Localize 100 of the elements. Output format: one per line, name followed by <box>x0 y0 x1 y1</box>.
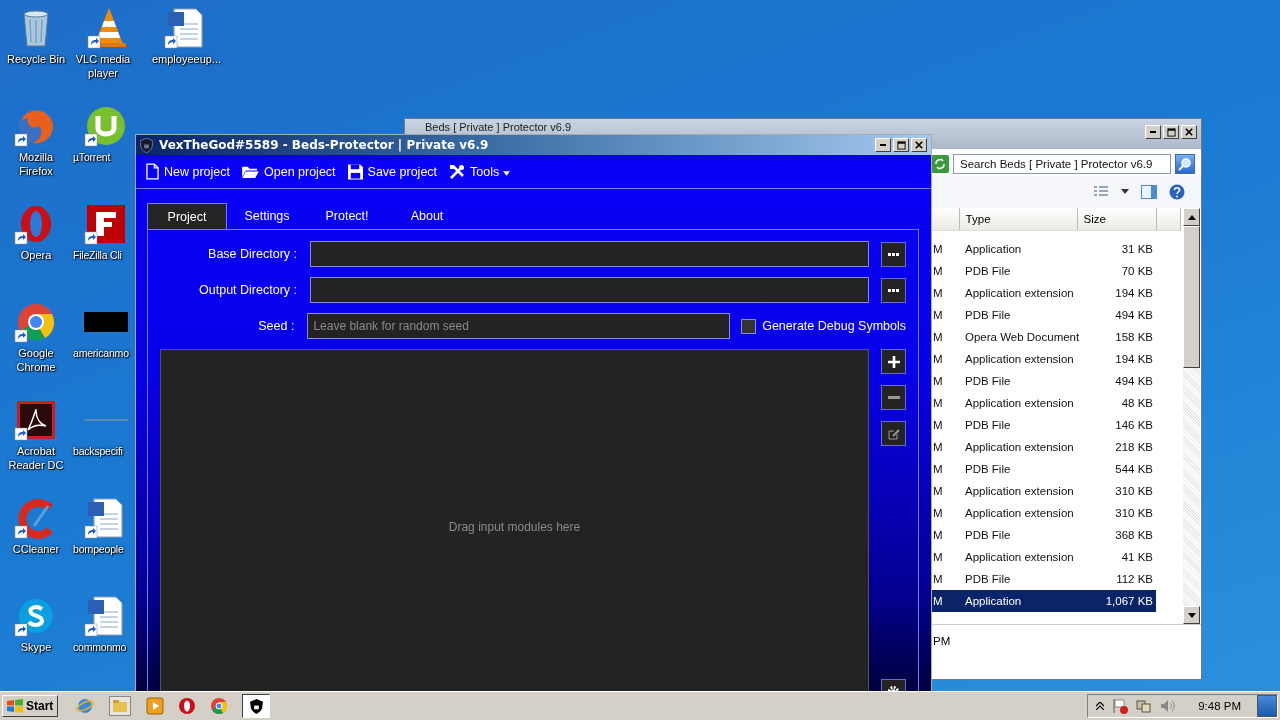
close-button[interactable] <box>1181 125 1197 139</box>
caret-down-icon[interactable] <box>1121 189 1129 195</box>
file-row[interactable]: M PDB File 146 KB <box>931 414 1156 436</box>
maximize-button[interactable] <box>893 138 909 152</box>
tab[interactable]: Protect! <box>307 203 387 229</box>
file-row[interactable]: M PDB File 368 KB <box>931 524 1156 546</box>
tab[interactable]: Project <box>147 203 227 229</box>
file-row[interactable]: M Application extension 310 KB <box>931 502 1156 524</box>
table-cell-text: 368 KB <box>1114 529 1153 541</box>
desktop-shortcut[interactable]: commonmo <box>72 594 134 654</box>
file-row[interactable]: M Application extension 48 KB <box>931 392 1156 414</box>
start-button[interactable]: Start <box>2 695 59 717</box>
desktop-shortcut[interactable]: CCleaner <box>0 496 72 556</box>
save-project-button[interactable]: Save project <box>347 163 438 180</box>
checkbox-label[interactable]: Generate Debug Symbols <box>762 319 906 333</box>
file-row[interactable]: M PDB File 112 KB <box>931 568 1156 590</box>
close-icon <box>1185 128 1193 136</box>
table-cell-text: M <box>932 507 944 519</box>
flag-icon[interactable] <box>1112 698 1129 714</box>
table-cell-text: 310 KB <box>1114 507 1153 519</box>
table-cell-text: PDB File <box>964 419 1012 431</box>
file-row[interactable]: M Application extension 218 KB <box>931 436 1156 458</box>
chrome-icon[interactable] <box>210 697 229 715</box>
table-cell-text: M <box>932 265 944 277</box>
desktop-shortcut[interactable]: Skype <box>0 594 72 654</box>
desktop-shortcut[interactable]: backspecifi <box>72 398 134 458</box>
desktop-shortcut[interactable]: Recycle Bin <box>0 6 72 66</box>
details-text: PM <box>933 635 951 647</box>
desktop-shortcut[interactable]: µTorrent <box>72 104 134 164</box>
tab[interactable]: Settings <box>227 203 307 229</box>
table-cell-text: Application extension <box>964 287 1075 299</box>
file-row[interactable]: M Application 1,067 KB <box>931 590 1156 612</box>
file-row[interactable]: M PDB File 494 KB <box>931 304 1156 326</box>
file-row[interactable]: M PDB File 70 KB <box>931 260 1156 282</box>
input-field[interactable]: Leave blank for random seed <box>307 313 731 339</box>
table-cell-text: Application extension <box>964 485 1075 497</box>
acrobat-icon <box>14 398 58 442</box>
taskbar-app-button[interactable] <box>242 694 271 718</box>
search-button[interactable] <box>1175 154 1195 174</box>
file-row[interactable]: M Application extension 194 KB <box>931 348 1156 370</box>
browse-button[interactable] <box>881 241 906 267</box>
module-drop-area[interactable]: Drag input modules here <box>160 349 869 692</box>
desktop-shortcut[interactable]: Acrobat Reader DC <box>0 398 72 472</box>
network-icon[interactable] <box>1136 698 1153 714</box>
checkbox[interactable] <box>741 318 757 334</box>
tab[interactable]: About <box>387 203 467 229</box>
input-field[interactable] <box>310 277 869 303</box>
scrollbar[interactable] <box>1183 208 1200 624</box>
file-row[interactable]: M Application extension 194 KB <box>931 282 1156 304</box>
open-project-button[interactable]: Open project <box>242 164 336 179</box>
file-row[interactable]: M Application extension 310 KB <box>931 480 1156 502</box>
file-row[interactable]: M PDB File 544 KB <box>931 458 1156 480</box>
desktop-shortcut[interactable]: Opera <box>0 202 72 262</box>
file-row[interactable]: M Application extension 41 KB <box>931 546 1156 568</box>
chevron-up-icon[interactable] <box>1096 702 1105 710</box>
clock[interactable]: 9:48 PM <box>1198 700 1241 712</box>
minimize-button[interactable] <box>875 138 891 152</box>
table-cell-text: M <box>932 529 944 541</box>
ellipsis-icon <box>888 252 899 256</box>
table-cell-text: 48 KB <box>1120 397 1153 409</box>
desktop-shortcut[interactable]: bornpeople <box>72 496 134 556</box>
search-field[interactable]: Search Beds [ Private ] Protector v6.9 <box>953 154 1171 174</box>
tools-menu-button[interactable]: Tools <box>449 163 511 180</box>
edit-button[interactable] <box>881 421 906 446</box>
close-button[interactable] <box>911 138 927 152</box>
table-cell-text: M <box>932 419 944 431</box>
field-label: Base Directory : <box>207 247 297 261</box>
column-header[interactable]: Size <box>1077 208 1158 230</box>
torrent-app-icon <box>84 104 128 148</box>
close-icon <box>915 141 923 149</box>
minimize-icon <box>1150 131 1156 133</box>
file-row[interactable]: M PDB File 494 KB <box>931 370 1156 392</box>
table-cell-text: PDB File <box>964 309 1012 321</box>
table-cell-text: 218 KB <box>1114 441 1153 453</box>
table-cell-text: Application <box>964 243 1023 255</box>
table-cell-text: M <box>932 309 944 321</box>
desktop-shortcut[interactable]: VLC media player <box>72 6 134 80</box>
windows-logo-icon <box>7 699 23 713</box>
maximize-button[interactable] <box>1163 125 1179 139</box>
folder-icon[interactable] <box>108 696 133 716</box>
file-row[interactable]: M Opera Web Document 158 KB <box>931 326 1156 348</box>
file-row[interactable]: M Application 31 KB <box>931 238 1156 260</box>
add-button[interactable] <box>881 349 906 374</box>
new-project-button[interactable]: New project <box>146 163 230 180</box>
help-icon[interactable] <box>1169 184 1185 200</box>
desktop-shortcut[interactable]: Mozilla Firefox <box>0 104 72 178</box>
input-field[interactable] <box>310 241 869 267</box>
table-cell-text: M <box>932 375 944 387</box>
desktop-shortcut[interactable]: employeeup... <box>148 6 224 66</box>
remove-button[interactable] <box>881 385 906 410</box>
desktop-shortcut[interactable]: americanmo <box>72 300 134 360</box>
preview-pane-icon[interactable] <box>1141 185 1157 199</box>
media-player-icon[interactable] <box>146 697 165 715</box>
desktop-shortcut[interactable]: FileZilla Cli <box>72 202 134 262</box>
browse-button[interactable] <box>881 277 906 303</box>
ring-icon[interactable] <box>178 697 197 715</box>
desktop-shortcut[interactable]: Google Chrome <box>0 300 72 374</box>
minimize-button[interactable] <box>1145 125 1161 139</box>
column-header[interactable]: Type <box>959 208 1078 230</box>
field-label: Output Directory : <box>198 283 297 297</box>
